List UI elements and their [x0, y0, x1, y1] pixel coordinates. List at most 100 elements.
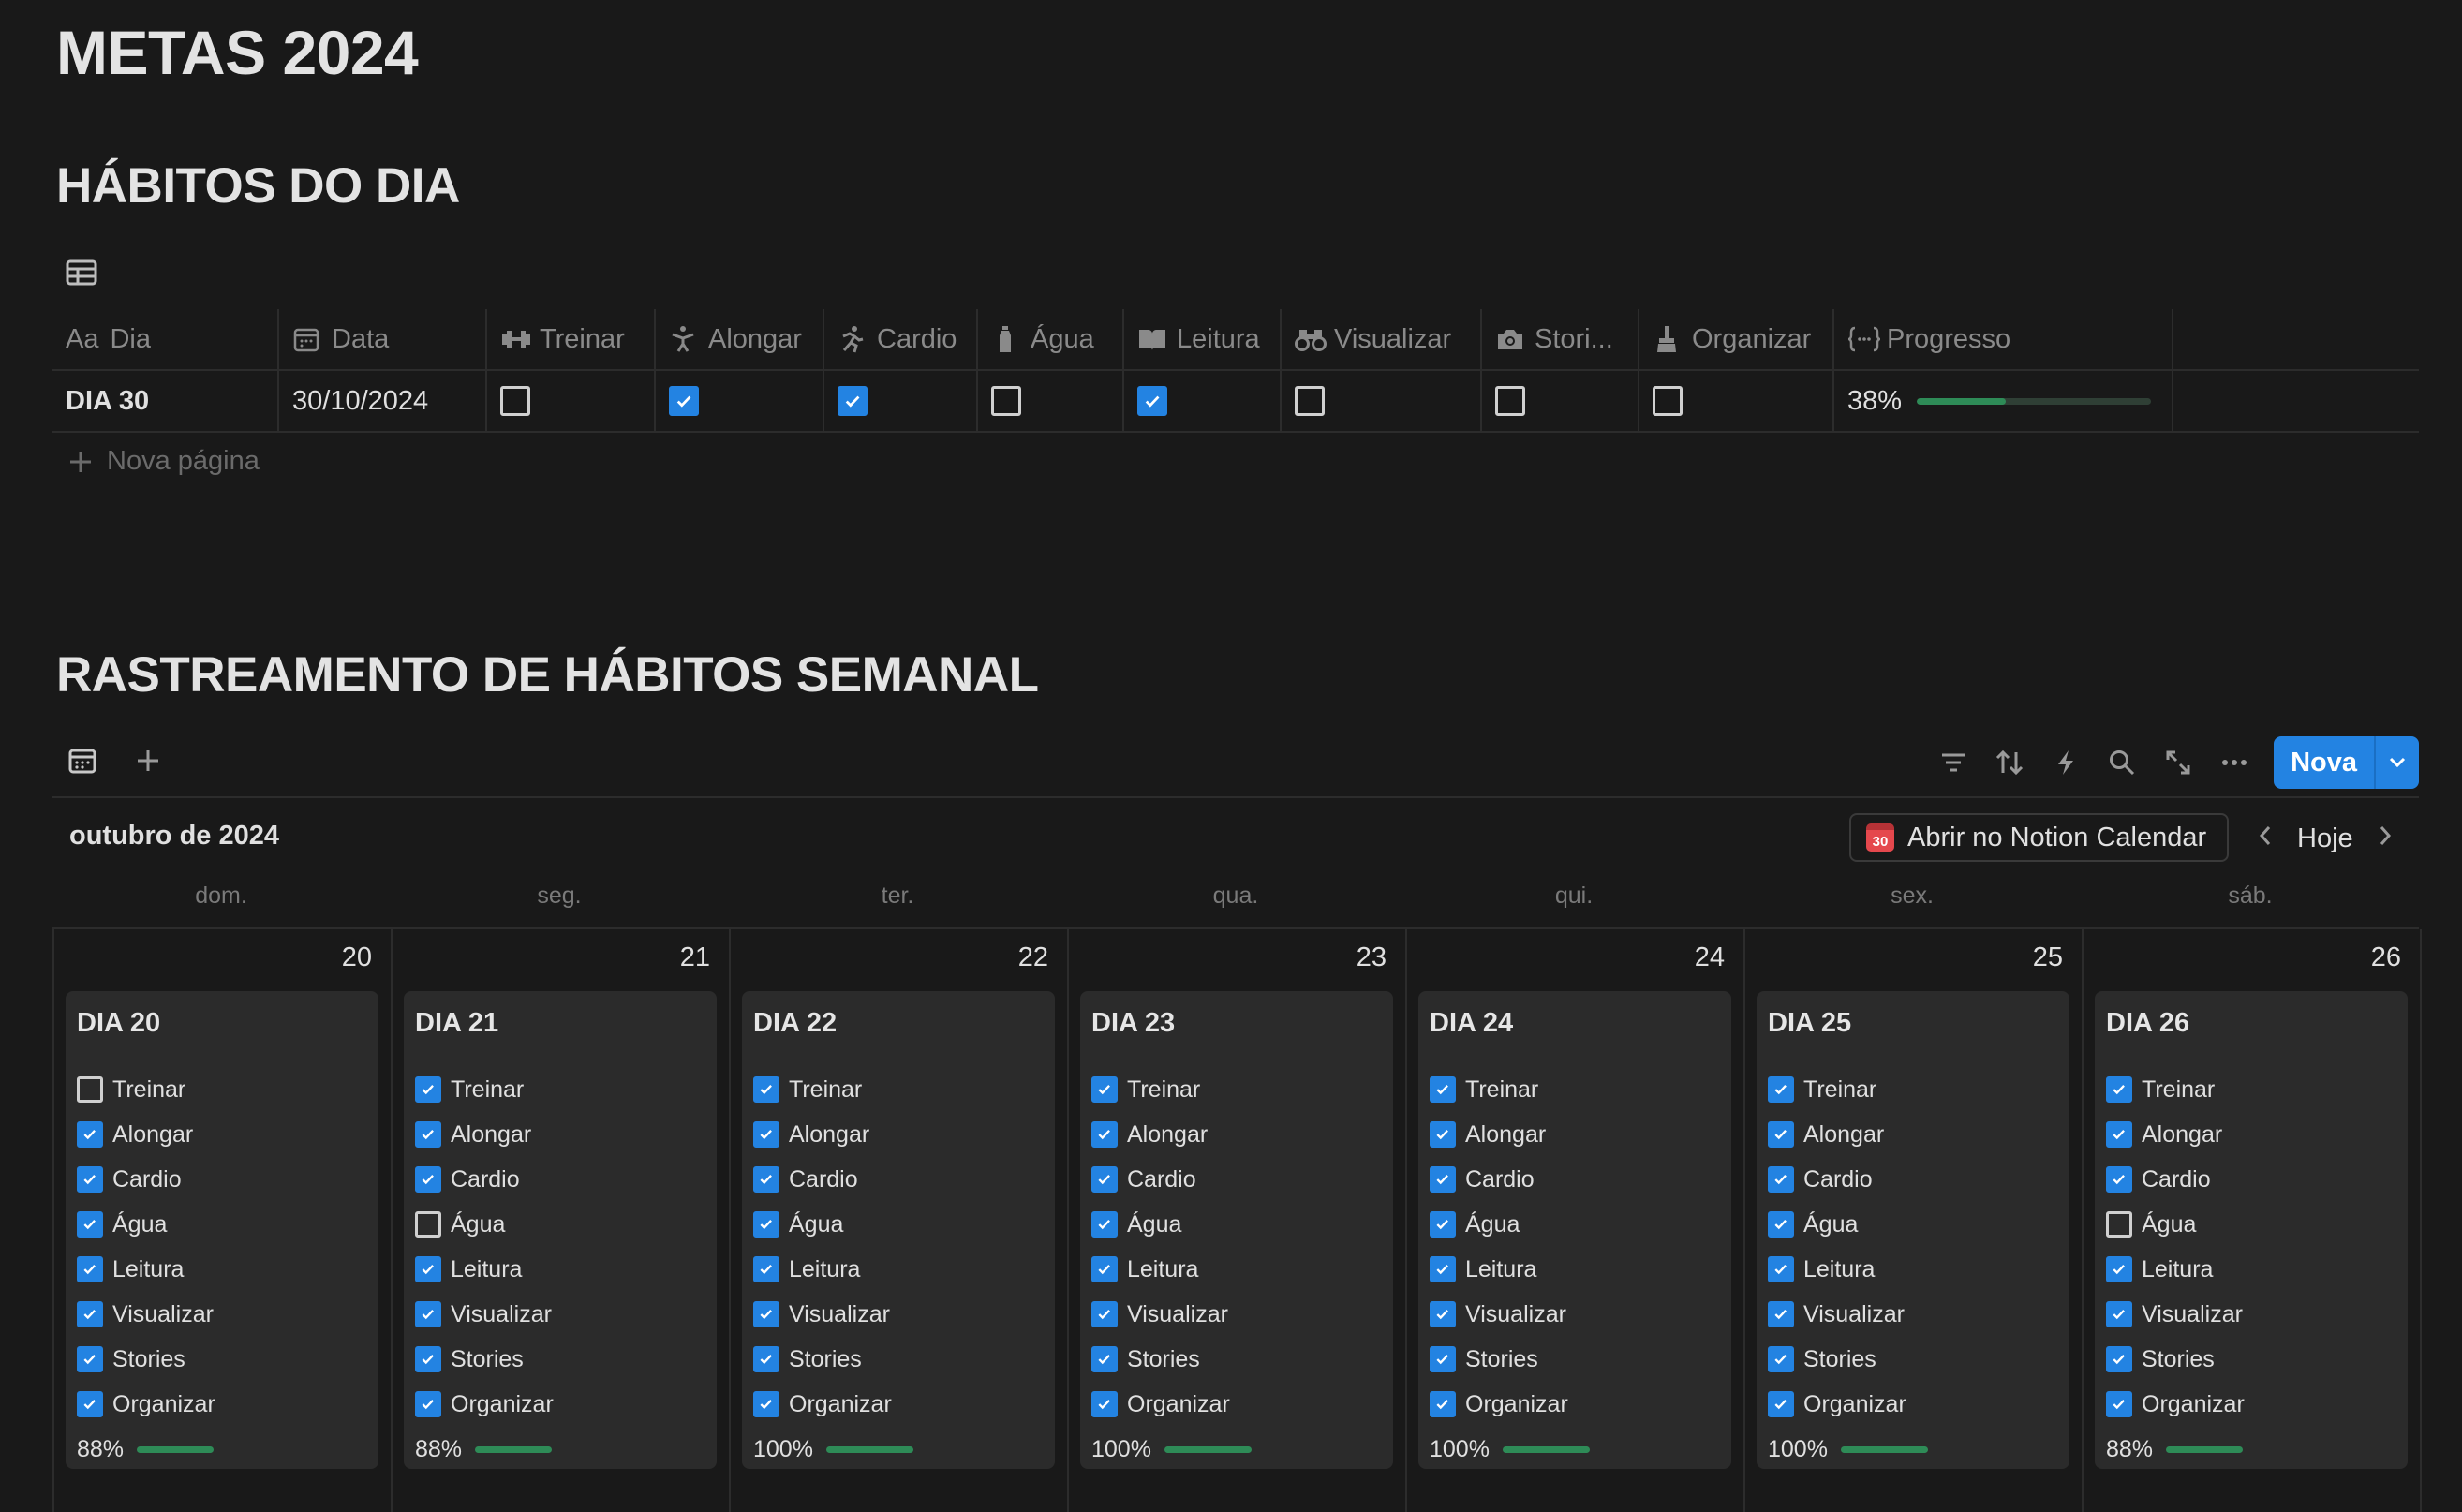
entry-title[interactable]: DIA 21 [415, 1008, 705, 1039]
cell-dia[interactable]: DIA 30 [52, 371, 279, 431]
calendar-entry-card[interactable]: DIA 25 Treinar Alongar Cardio Água Leitura Vis… [1757, 991, 2069, 1469]
entry-title[interactable]: DIA 23 [1091, 1008, 1382, 1039]
habit-checkbox[interactable] [1430, 1211, 1456, 1238]
habit-checkbox[interactable] [1768, 1121, 1794, 1148]
habit-checkbox[interactable] [1430, 1166, 1456, 1193]
checkbox-alongar[interactable] [669, 386, 699, 416]
more-options-icon[interactable] [2217, 746, 2251, 779]
habit-checkbox[interactable] [1430, 1346, 1456, 1372]
habit-checkbox[interactable] [415, 1076, 441, 1103]
habit-checkbox[interactable] [415, 1346, 441, 1372]
new-page-button[interactable]: Nova página [67, 446, 260, 477]
row-title[interactable]: DIA 30 [66, 386, 149, 417]
habit-checkbox[interactable] [753, 1391, 779, 1417]
calendar-day-cell[interactable]: 21 DIA 21 Treinar Alongar Cardio Água Leitura V… [393, 929, 731, 1512]
habit-checkbox[interactable] [77, 1256, 103, 1282]
habit-checkbox[interactable] [415, 1256, 441, 1282]
column-header-9[interactable]: Stori... [1482, 309, 1639, 369]
habit-checkbox[interactable] [415, 1211, 441, 1238]
sort-icon[interactable] [1993, 746, 2026, 779]
calendar-entry-card[interactable]: DIA 20 Treinar Alongar Cardio Água Leitura Vis… [66, 991, 378, 1469]
checkbox-água[interactable] [991, 386, 1021, 416]
calendar-day-cell[interactable]: 23 DIA 23 Treinar Alongar Cardio Água Leitura V… [1069, 929, 1407, 1512]
habit-checkbox[interactable] [415, 1301, 441, 1327]
habit-checkbox[interactable] [415, 1391, 441, 1417]
chevron-left-icon[interactable] [2258, 823, 2273, 854]
checkbox-stori...[interactable] [1495, 386, 1525, 416]
habit-checkbox[interactable] [1430, 1391, 1456, 1417]
cell-check[interactable] [487, 371, 656, 431]
calendar-day-cell[interactable]: 22 DIA 22 Treinar Alongar Cardio Água Leitura V… [731, 929, 1069, 1512]
checkbox-organizar[interactable] [1653, 386, 1683, 416]
habit-checkbox[interactable] [753, 1076, 779, 1103]
search-icon[interactable] [2105, 746, 2139, 779]
checkbox-leitura[interactable] [1137, 386, 1167, 416]
habit-checkbox[interactable] [1768, 1391, 1794, 1417]
entry-title[interactable]: DIA 25 [1768, 1008, 2058, 1039]
habit-checkbox[interactable] [1768, 1076, 1794, 1103]
column-header-6[interactable]: Água [978, 309, 1124, 369]
table-view-icon[interactable] [66, 259, 97, 287]
calendar-day-cell[interactable]: 26 DIA 26 Treinar Alongar Cardio Água Leitura V… [2084, 929, 2422, 1512]
calendar-day-cell[interactable]: 20 DIA 20 Treinar Alongar Cardio Água Leitura V… [54, 929, 393, 1512]
cell-check[interactable] [1482, 371, 1639, 431]
habit-checkbox[interactable] [1091, 1076, 1118, 1103]
habit-checkbox[interactable] [77, 1391, 103, 1417]
habit-checkbox[interactable] [753, 1166, 779, 1193]
filter-icon[interactable] [1936, 746, 1970, 779]
entry-title[interactable]: DIA 20 [77, 1008, 367, 1039]
habit-checkbox[interactable] [1430, 1256, 1456, 1282]
habit-checkbox[interactable] [1091, 1121, 1118, 1148]
column-header-3[interactable]: Treinar [487, 309, 656, 369]
habit-checkbox[interactable] [2106, 1256, 2132, 1282]
cell-check[interactable] [656, 371, 824, 431]
habit-checkbox[interactable] [2106, 1301, 2132, 1327]
habit-checkbox[interactable] [753, 1211, 779, 1238]
cell-check[interactable] [1282, 371, 1482, 431]
habit-checkbox[interactable] [2106, 1166, 2132, 1193]
entry-title[interactable]: DIA 22 [753, 1008, 1044, 1039]
column-header-10[interactable]: Organizar [1639, 309, 1834, 369]
habit-checkbox[interactable] [1091, 1346, 1118, 1372]
column-header-4[interactable]: Alongar [656, 309, 824, 369]
column-header-11[interactable]: Progresso [1834, 309, 2173, 369]
habit-checkbox[interactable] [77, 1346, 103, 1372]
checkbox-treinar[interactable] [500, 386, 530, 416]
habit-checkbox[interactable] [1091, 1256, 1118, 1282]
habit-checkbox[interactable] [2106, 1346, 2132, 1372]
habit-checkbox[interactable] [77, 1076, 103, 1103]
column-header-8[interactable]: Visualizar [1282, 309, 1482, 369]
calendar-entry-card[interactable]: DIA 22 Treinar Alongar Cardio Água Leitura Vis… [742, 991, 1055, 1469]
habit-checkbox[interactable] [1430, 1076, 1456, 1103]
habit-checkbox[interactable] [1430, 1301, 1456, 1327]
habit-checkbox[interactable] [1091, 1301, 1118, 1327]
calendar-entry-card[interactable]: DIA 26 Treinar Alongar Cardio Água Leitura Vis… [2095, 991, 2408, 1469]
column-header-2[interactable]: Data [279, 309, 487, 369]
calendar-entry-card[interactable]: DIA 23 Treinar Alongar Cardio Água Leitura Vis… [1080, 991, 1393, 1469]
calendar-day-cell[interactable]: 25 DIA 25 Treinar Alongar Cardio Água Leitura V… [1745, 929, 2084, 1512]
habit-checkbox[interactable] [2106, 1211, 2132, 1238]
today-button[interactable]: Hoje [2297, 823, 2353, 854]
habit-checkbox[interactable] [753, 1121, 779, 1148]
calendar-view-icon[interactable] [66, 744, 99, 778]
habit-checkbox[interactable] [1768, 1211, 1794, 1238]
habit-checkbox[interactable] [415, 1121, 441, 1148]
expand-icon[interactable] [2161, 746, 2195, 779]
habit-checkbox[interactable] [2106, 1391, 2132, 1417]
habit-checkbox[interactable] [1768, 1256, 1794, 1282]
habit-checkbox[interactable] [415, 1166, 441, 1193]
habit-checkbox[interactable] [1430, 1121, 1456, 1148]
habit-checkbox[interactable] [753, 1346, 779, 1372]
habit-checkbox[interactable] [77, 1121, 103, 1148]
habit-checkbox[interactable] [77, 1211, 103, 1238]
habit-checkbox[interactable] [1768, 1166, 1794, 1193]
chevron-down-icon[interactable] [2376, 736, 2419, 789]
automation-bolt-icon[interactable] [2049, 746, 2083, 779]
chevron-right-icon[interactable] [2378, 823, 2393, 854]
habit-checkbox[interactable] [2106, 1076, 2132, 1103]
habit-checkbox[interactable] [753, 1256, 779, 1282]
table-row[interactable]: DIA 30 30/10/2024 38% [52, 371, 2419, 433]
habit-checkbox[interactable] [77, 1301, 103, 1327]
calendar-day-cell[interactable]: 24 DIA 24 Treinar Alongar Cardio Água Leitura V… [1407, 929, 1745, 1512]
habit-checkbox[interactable] [1091, 1391, 1118, 1417]
